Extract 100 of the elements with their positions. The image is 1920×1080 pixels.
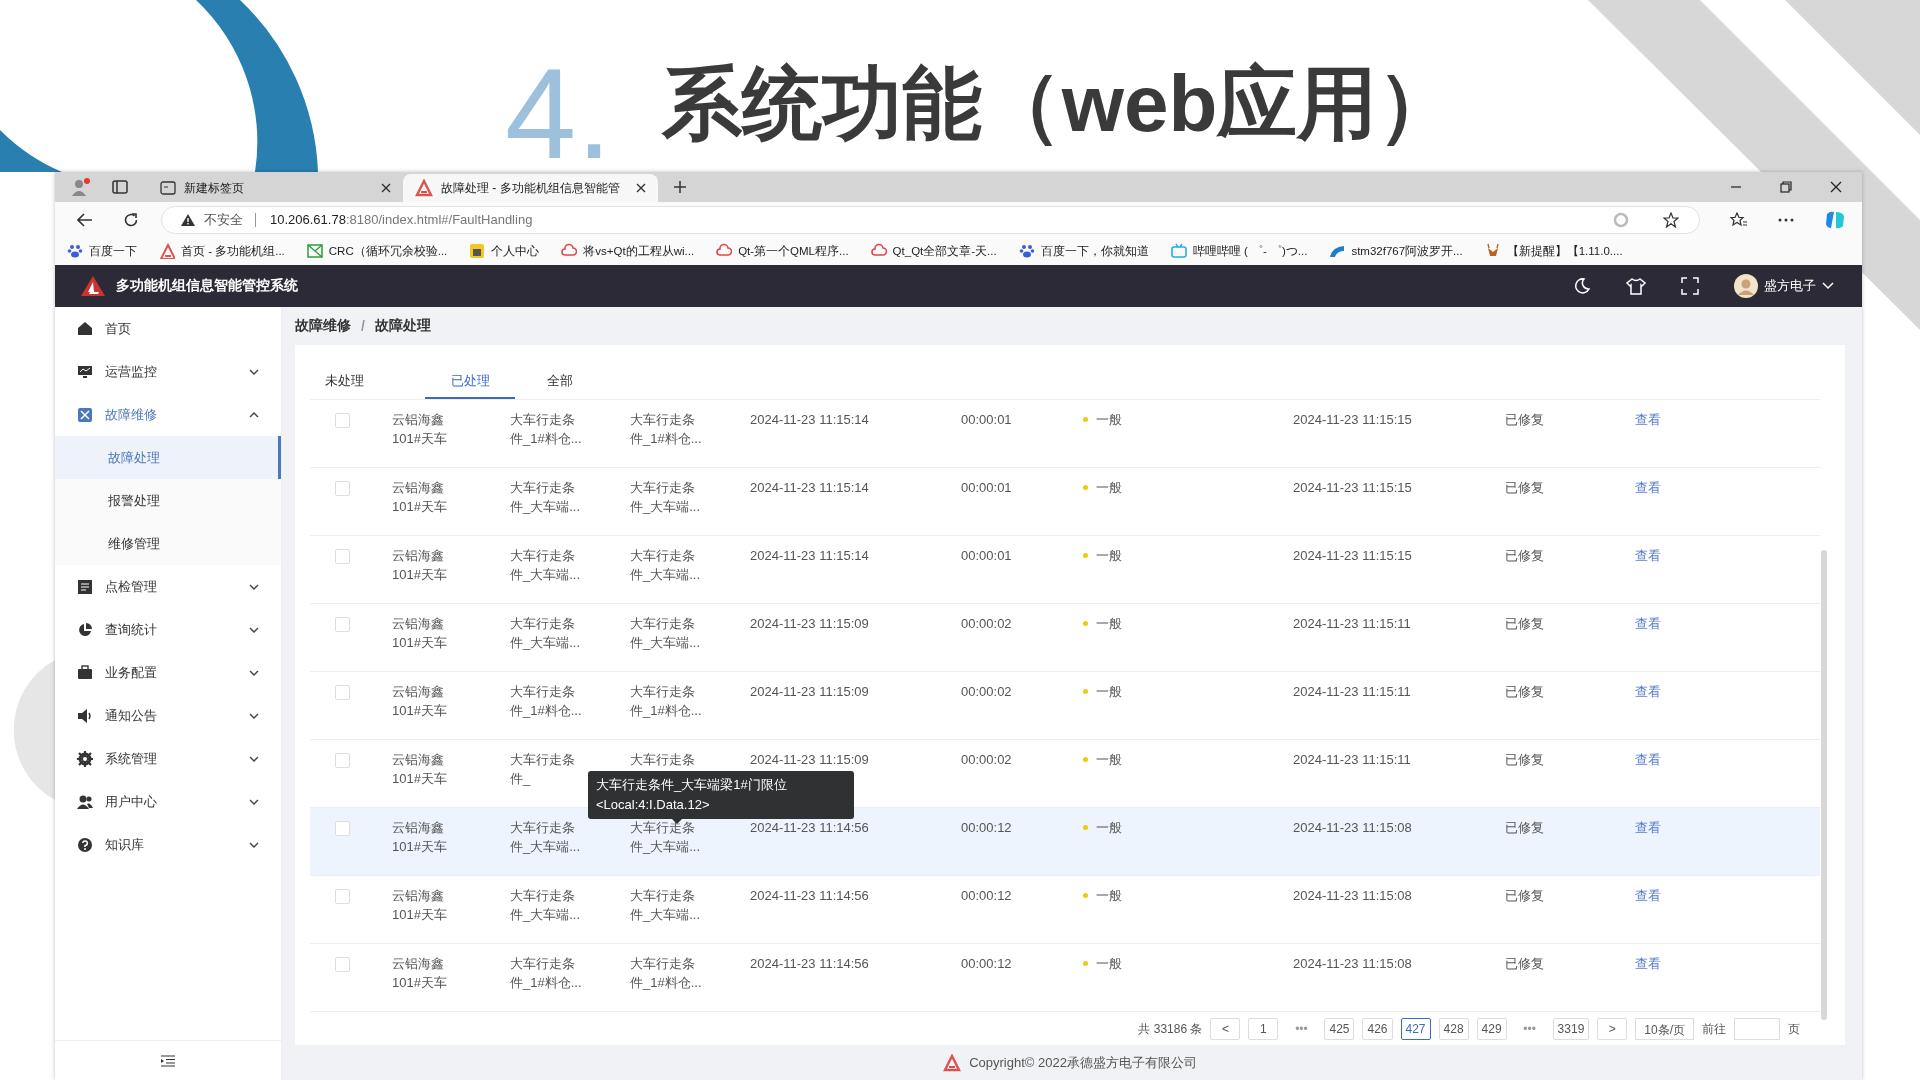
security-label: 不安全 bbox=[204, 212, 256, 227]
view-link[interactable]: 查看 bbox=[1635, 886, 1661, 905]
view-link[interactable]: 查看 bbox=[1635, 818, 1661, 837]
total-count: 共 33186 条 bbox=[1138, 1020, 1203, 1038]
menu-item[interactable]: 业务配置 bbox=[55, 651, 281, 694]
table-cell-text: 2024-11-23 11:15:11 bbox=[1293, 683, 1411, 701]
tab[interactable]: 未处理 bbox=[325, 372, 385, 399]
close-icon[interactable] bbox=[381, 183, 391, 193]
new-tab-icon[interactable] bbox=[673, 180, 687, 194]
browser-tab[interactable]: 故障处理 - 多功能机组信息智能管 bbox=[403, 174, 658, 202]
bookmark[interactable]: 【新提醒】【1.11.0.... bbox=[1484, 243, 1623, 259]
breadcrumb-link[interactable]: 故障维修 bbox=[295, 317, 351, 335]
copilot-icon[interactable] bbox=[1824, 209, 1846, 230]
menu-item[interactable]: 运营监控 bbox=[55, 350, 281, 393]
favorites-icon[interactable] bbox=[1730, 211, 1748, 228]
view-link[interactable]: 查看 bbox=[1635, 478, 1661, 497]
tab[interactable]: 已处理 bbox=[425, 372, 515, 399]
table-cell-text: 大车行走条件_大车端... bbox=[510, 479, 582, 516]
view-link[interactable]: 查看 bbox=[1635, 614, 1661, 633]
close-icon[interactable] bbox=[636, 183, 646, 193]
submenu-item[interactable]: 报警处理 bbox=[55, 479, 281, 522]
bookmark[interactable]: Qt_Qt全部文章-天... bbox=[870, 243, 997, 259]
bookmark[interactable]: 将vs+Qt的工程从wi... bbox=[561, 243, 695, 259]
checkbox[interactable] bbox=[335, 685, 350, 700]
bookmark[interactable]: CRC（循环冗余校验... bbox=[306, 243, 448, 259]
table-cell-text: 2024-11-23 11:15:11 bbox=[1293, 615, 1411, 633]
bookmark[interactable]: 个人中心 bbox=[469, 243, 540, 259]
view-link[interactable]: 查看 bbox=[1635, 410, 1661, 429]
more-icon[interactable] bbox=[1778, 217, 1794, 222]
page-button[interactable]: 426 bbox=[1362, 1018, 1393, 1040]
table-cell-text: 云铝海鑫101#天车 bbox=[392, 955, 448, 992]
checkbox[interactable] bbox=[335, 549, 350, 564]
fullscreen-icon[interactable] bbox=[1681, 277, 1699, 295]
table-cell-text: 云铝海鑫101#天车 bbox=[392, 479, 448, 516]
scrollbar[interactable] bbox=[1821, 550, 1827, 1020]
table-cell-text: 00:00:12 bbox=[961, 955, 1012, 973]
shirt-icon[interactable] bbox=[1626, 277, 1646, 295]
menu-item[interactable]: 查询统计 bbox=[55, 608, 281, 651]
briefcase-icon bbox=[77, 664, 93, 681]
menu-item[interactable]: 用户中心 bbox=[55, 780, 281, 823]
page-button[interactable]: 3319 bbox=[1552, 1018, 1590, 1040]
tooltip-text: <Local:4:I.Data.12> bbox=[596, 796, 711, 814]
profile-icon[interactable] bbox=[70, 177, 92, 197]
close-icon[interactable] bbox=[1830, 181, 1842, 193]
menu-item[interactable]: 知识库 bbox=[55, 823, 281, 866]
view-link[interactable]: 查看 bbox=[1635, 750, 1661, 769]
reload-icon[interactable] bbox=[123, 211, 139, 228]
table-cell-text: 00:00:01 bbox=[961, 547, 1012, 565]
next-page-button[interactable]: > bbox=[1597, 1018, 1628, 1040]
checkbox[interactable] bbox=[335, 821, 350, 836]
menu-item[interactable]: 首页 bbox=[55, 307, 281, 350]
submenu-item[interactable]: 维修管理 bbox=[55, 522, 281, 565]
bookmark[interactable]: 百度一下 bbox=[67, 243, 137, 259]
bookmark[interactable]: 百度一下，你就知道 bbox=[1018, 243, 1149, 259]
view-link[interactable]: 查看 bbox=[1635, 682, 1661, 701]
user-menu[interactable]: 盛方电子 bbox=[1734, 274, 1834, 298]
monitor-icon bbox=[77, 363, 93, 380]
menu-item[interactable]: 系统管理 bbox=[55, 737, 281, 780]
prev-page-button[interactable]: < bbox=[1210, 1018, 1241, 1040]
checkbox[interactable] bbox=[335, 889, 350, 904]
menu-item[interactable]: 故障维修 bbox=[55, 393, 281, 436]
bookmark[interactable]: Qt-第一个QML程序... bbox=[716, 243, 849, 259]
browser-tab[interactable]: 新建标签页 bbox=[148, 174, 403, 202]
checkbox[interactable] bbox=[335, 753, 350, 768]
checkbox[interactable] bbox=[335, 957, 350, 972]
tab[interactable]: 全部 bbox=[515, 372, 605, 399]
url-text: 10.206.61.78:8180/index.html#/FaultHandling bbox=[270, 212, 533, 227]
logo-icon bbox=[943, 1053, 962, 1072]
menu-item[interactable]: 通知公告 bbox=[55, 694, 281, 737]
page-button[interactable]: 425 bbox=[1324, 1018, 1355, 1040]
star-icon[interactable] bbox=[1663, 211, 1679, 228]
cloud-icon bbox=[561, 243, 578, 259]
address-field[interactable]: 不安全 10.206.61.78:8180/index.html#/FaultHandling bbox=[161, 205, 1700, 234]
bookmark[interactable]: stm32f767阿波罗开... bbox=[1329, 243, 1463, 259]
breadcrumb-current: 故障处理 bbox=[374, 317, 431, 335]
checkbox[interactable] bbox=[335, 413, 350, 428]
restore-icon[interactable] bbox=[1780, 181, 1792, 193]
table-cell-text: 云铝海鑫101#天车 bbox=[392, 887, 448, 924]
table-cell-text: 大车行走条件_ bbox=[510, 751, 576, 788]
menu-item[interactable]: 点检管理 bbox=[55, 565, 281, 608]
table-cell-text: 大车行走条件_大车端... bbox=[510, 615, 582, 652]
moon-icon[interactable] bbox=[1573, 277, 1591, 295]
back-icon[interactable] bbox=[77, 212, 93, 227]
settings-icon bbox=[77, 750, 93, 767]
page-button[interactable]: 428 bbox=[1438, 1018, 1469, 1040]
submenu-item[interactable]: 故障处理 bbox=[55, 436, 281, 479]
collapse-icon[interactable] bbox=[160, 1054, 176, 1067]
page-button[interactable]: 429 bbox=[1476, 1018, 1507, 1040]
checkbox[interactable] bbox=[335, 617, 350, 632]
page-button[interactable]: 427 bbox=[1400, 1018, 1431, 1040]
bookmark[interactable]: 哔哩哔哩 ( ゜- ゜)つ... bbox=[1170, 243, 1308, 259]
page-input[interactable] bbox=[1734, 1018, 1780, 1040]
checkbox[interactable] bbox=[335, 481, 350, 496]
view-link[interactable]: 查看 bbox=[1635, 546, 1661, 565]
view-link[interactable]: 查看 bbox=[1635, 954, 1661, 973]
page-size-select[interactable]: 10条/页 bbox=[1635, 1018, 1694, 1040]
table-cell-text: 2024-11-23 11:15:09 bbox=[750, 683, 869, 701]
bookmark[interactable]: 首页 - 多功能机组... bbox=[159, 243, 285, 259]
page-button[interactable]: 1 bbox=[1248, 1018, 1279, 1040]
tabs-icon[interactable] bbox=[112, 180, 128, 194]
